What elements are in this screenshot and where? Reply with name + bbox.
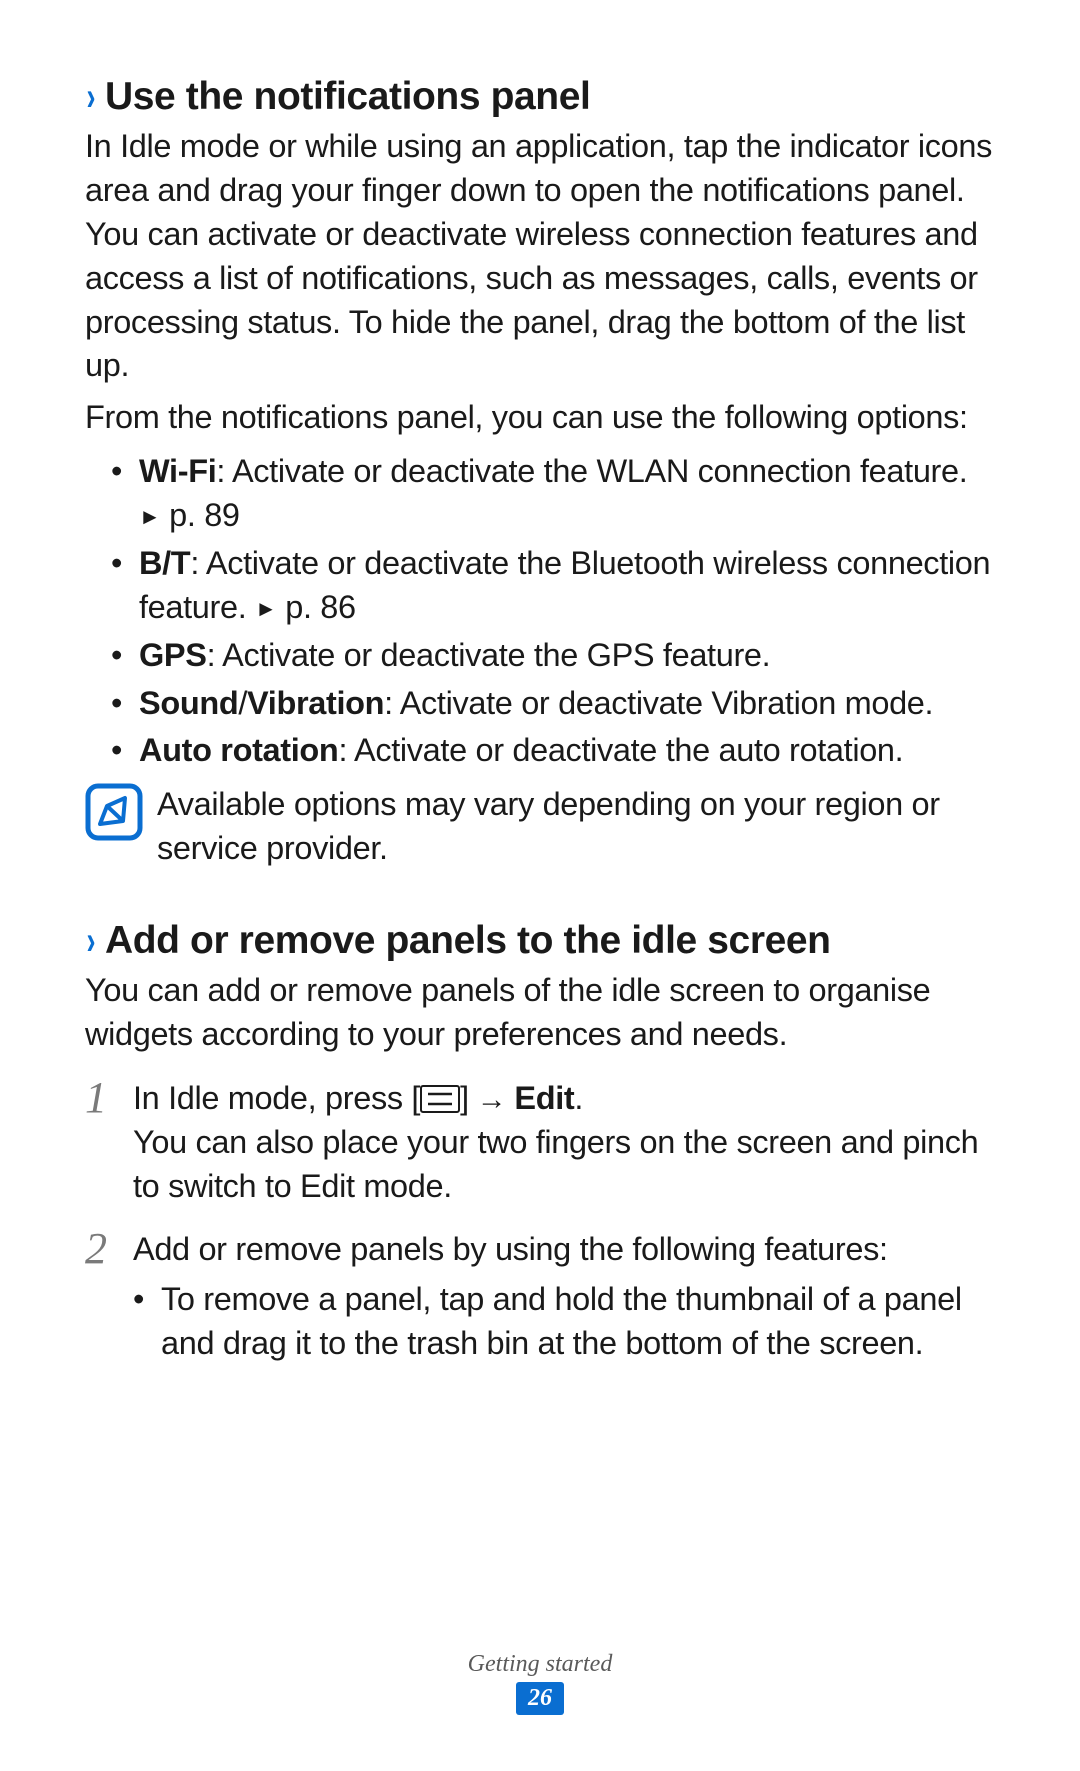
step-1: 1 In Idle mode, press [ ] → Edit. You ca…: [85, 1077, 995, 1209]
menu-key-icon: [420, 1085, 460, 1113]
page-footer: Getting started 26: [0, 1651, 1080, 1715]
step-bracket-close: ]: [460, 1080, 469, 1116]
chevron-icon: ›: [87, 921, 96, 961]
page-number-badge: 26: [516, 1682, 564, 1715]
intro-paragraph: In Idle mode or while using an applicati…: [85, 125, 995, 388]
section-title: Use the notifications panel: [105, 75, 590, 119]
page-ref: p. 89: [169, 497, 240, 533]
list-item: Wi-Fi: Activate or deactivate the WLAN c…: [111, 450, 995, 538]
sub-bullet-list: To remove a panel, tap and hold the thum…: [133, 1278, 995, 1366]
list-item: GPS: Activate or deactivate the GPS feat…: [111, 634, 995, 678]
triangle-icon: ►: [139, 504, 160, 529]
list-item: Auto rotation: Activate or deactivate th…: [111, 729, 995, 773]
list-item: Sound/Vibration: Activate or deactivate …: [111, 682, 995, 726]
option-label-rotation: Auto rotation: [139, 732, 338, 768]
section-title: Add or remove panels to the idle screen: [105, 919, 831, 963]
option-text: : Activate or deactivate the auto rotati…: [338, 732, 903, 768]
step-lead: Add or remove panels by using the follow…: [133, 1228, 995, 1272]
lead-paragraph: From the notifications panel, you can us…: [85, 396, 995, 440]
step-text-after: .: [574, 1080, 583, 1116]
list-item: To remove a panel, tap and hold the thum…: [133, 1278, 995, 1366]
option-label-sound: Sound: [139, 685, 238, 721]
step-text-prefix: In Idle mode, press [: [133, 1080, 420, 1116]
step-body: Add or remove panels by using the follow…: [133, 1228, 995, 1366]
page-ref: p. 86: [285, 589, 356, 625]
intro-paragraph: You can add or remove panels of the idle…: [85, 969, 995, 1057]
note-block: Available options may vary depending on …: [85, 783, 995, 871]
option-label-wifi: Wi-Fi: [139, 453, 216, 489]
step-body: In Idle mode, press [ ] → Edit. You can …: [133, 1077, 995, 1209]
arrow-icon: →: [469, 1083, 515, 1116]
chevron-icon: ›: [87, 77, 96, 117]
option-text: : Activate or deactivate the WLAN connec…: [216, 453, 967, 489]
triangle-icon: ►: [255, 596, 276, 621]
section-heading-notifications: › Use the notifications panel: [85, 75, 995, 119]
step-number: 1: [85, 1076, 115, 1120]
option-label-bt: B/T: [139, 545, 190, 581]
option-label-gps: GPS: [139, 637, 207, 673]
option-label-vibration: Vibration: [247, 685, 384, 721]
note-text: Available options may vary depending on …: [157, 783, 995, 871]
separator: /: [238, 685, 247, 721]
step-body-2: You can also place your two fingers on t…: [133, 1121, 995, 1209]
options-list: Wi-Fi: Activate or deactivate the WLAN c…: [85, 450, 995, 773]
section-heading-panels: › Add or remove panels to the idle scree…: [85, 919, 995, 963]
edit-label: Edit: [514, 1080, 574, 1116]
note-icon: [85, 783, 143, 841]
step-2: 2 Add or remove panels by using the foll…: [85, 1228, 995, 1366]
step-number: 2: [85, 1227, 115, 1271]
footer-section-name: Getting started: [0, 1651, 1080, 1678]
document-page: › Use the notifications panel In Idle mo…: [0, 0, 1080, 1366]
list-item: B/T: Activate or deactivate the Bluetoot…: [111, 542, 995, 630]
option-text: : Activate or deactivate Vibration mode.: [384, 685, 933, 721]
option-text: : Activate or deactivate the GPS feature…: [207, 637, 771, 673]
